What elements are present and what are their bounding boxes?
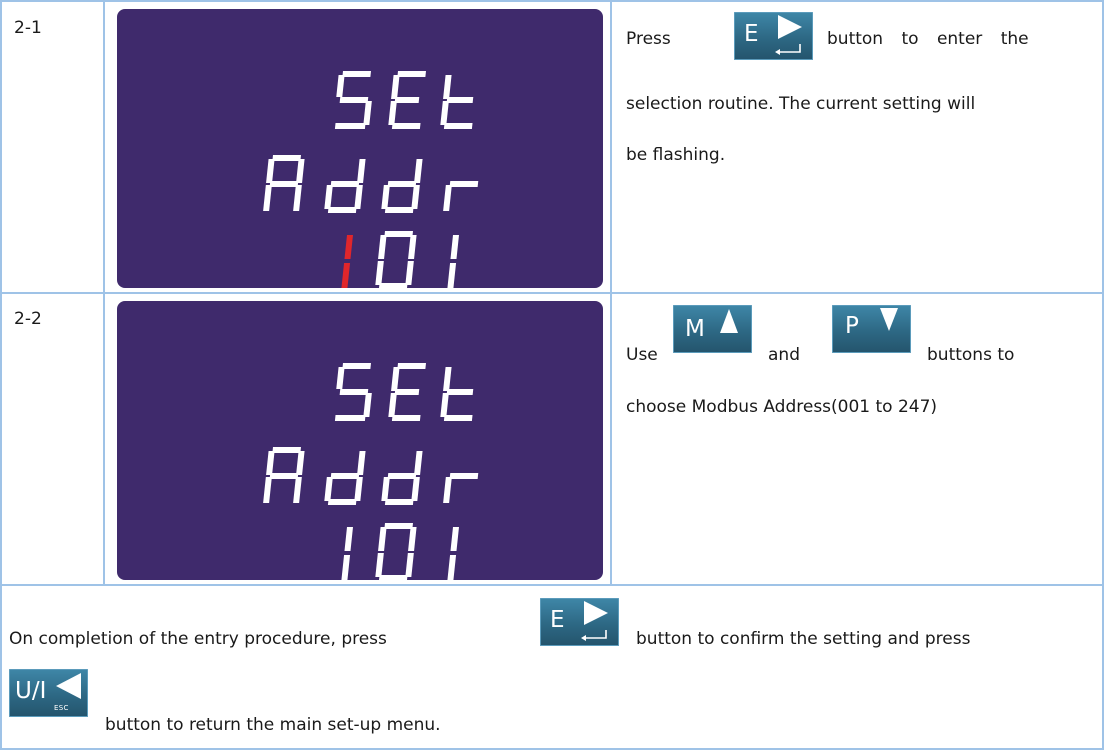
footer-note: On completion of the entry procedure, pr… <box>9 589 1099 747</box>
and-label: and <box>768 345 800 365</box>
lcd-digit-1b <box>447 527 459 580</box>
grid-line <box>0 748 1104 750</box>
lcd-digit-e <box>388 71 426 129</box>
lcd-digit-a <box>263 155 305 211</box>
lcd-digit-a <box>263 447 305 503</box>
lcd-display <box>117 301 603 580</box>
buttons-to-label: buttons to <box>927 345 1015 365</box>
description-line: be flashing. <box>626 145 726 165</box>
enter-right-arrow-icon <box>581 601 608 641</box>
down-button[interactable]: P <box>832 305 911 353</box>
up-button[interactable]: M <box>673 305 752 353</box>
lcd-digit-1 <box>447 235 459 288</box>
lcd-digit-1-flashing <box>341 235 353 288</box>
lcd-digit-d2 <box>381 159 423 213</box>
esc-button[interactable]: U/I ESC <box>9 669 88 717</box>
lcd-digit-1 <box>341 527 353 580</box>
lcd-digit-s <box>334 363 372 421</box>
instruction-table: 2-1 Press E button to enter the selectio… <box>0 0 1104 750</box>
lcd-digit-0 <box>375 523 417 580</box>
description-line: choose Modbus Address(001 to 247) <box>626 397 938 417</box>
grid-line <box>0 0 1104 2</box>
lcd-digit-t <box>440 75 474 129</box>
footer-text: button to confirm the setting and press <box>636 629 971 649</box>
left-triangle-icon <box>56 673 81 699</box>
lcd-display <box>117 9 603 288</box>
lcd-digit-d <box>324 451 366 505</box>
enter-button[interactable]: E <box>540 598 619 646</box>
lcd-digit-s <box>334 71 372 129</box>
use-label: Use <box>626 345 658 365</box>
up-triangle-icon <box>720 309 738 333</box>
step-number: 2-2 <box>14 309 42 329</box>
grid-line <box>103 0 105 586</box>
grid-line <box>0 584 1104 586</box>
enter-routine-label: button to enter the <box>827 29 1029 49</box>
step-description: Use M and P buttons to choose Modbus Add… <box>626 305 1096 575</box>
lcd-digit-d <box>324 159 366 213</box>
lcd-digit-r <box>443 181 479 211</box>
grid-line <box>610 0 612 586</box>
description-line: selection routine. The current setting w… <box>626 94 976 114</box>
enter-right-arrow-icon <box>775 15 802 55</box>
grid-line <box>0 292 1104 294</box>
lcd-digit-e <box>388 363 426 421</box>
grid-line <box>0 0 2 750</box>
lcd-digit-0 <box>375 231 417 288</box>
footer-text: On completion of the entry procedure, pr… <box>9 629 387 649</box>
down-triangle-icon <box>880 308 898 331</box>
lcd-digit-t <box>440 367 474 421</box>
lcd-segments <box>263 363 479 580</box>
lcd-segments <box>263 71 479 288</box>
step-number: 2-1 <box>14 18 42 38</box>
lcd-digit-r <box>443 473 479 503</box>
step-description: Press E button to enter the selection ro… <box>626 12 1096 282</box>
enter-button[interactable]: E <box>734 12 813 60</box>
press-label: Press <box>626 29 671 49</box>
footer-text: button to return the main set-up menu. <box>105 715 441 735</box>
grid-line <box>1102 0 1104 750</box>
lcd-digit-d2 <box>381 451 423 505</box>
